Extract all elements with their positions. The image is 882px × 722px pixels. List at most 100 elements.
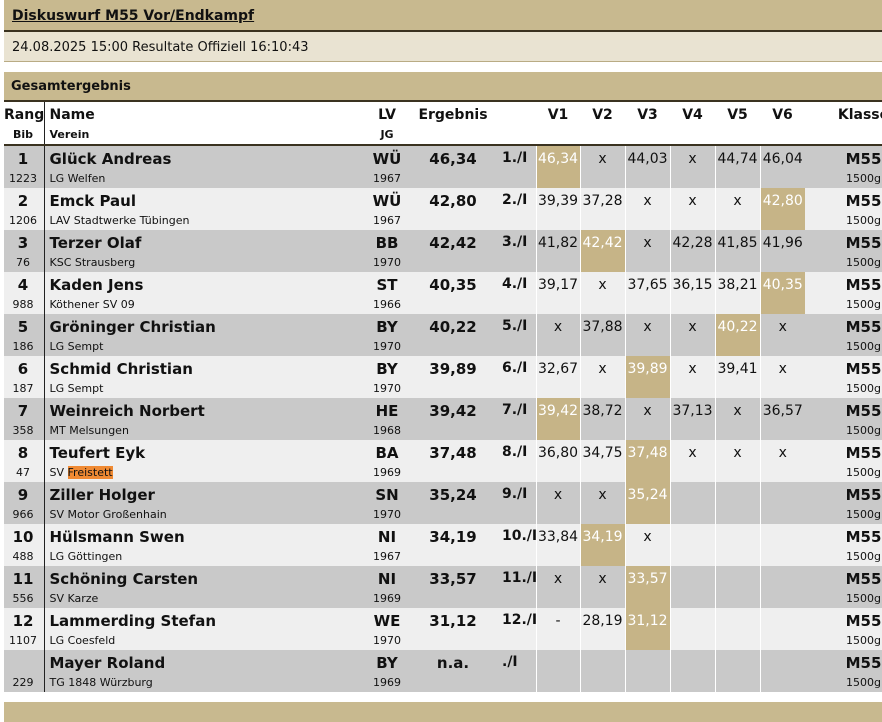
age-class: M55 <box>845 654 882 672</box>
club-name[interactable]: Köthener SV 09 <box>50 298 135 311</box>
class-cell: M55 1500g <box>805 482 882 524</box>
place: 10./I <box>502 528 538 544</box>
club-name[interactable]: LG Sempt <box>50 382 104 395</box>
table-row[interactable]: 7 358 Weinreich Norbert MT Melsungen HE 1968 3… <box>4 398 882 440</box>
table-row[interactable]: 10 488 Hülsmann Swen LG Göttingen NI 1967 34,1… <box>4 524 882 566</box>
attempt-value: x <box>688 151 697 167</box>
state-code: SN <box>375 486 399 504</box>
athlete-name[interactable]: Terzer Olaf <box>50 234 142 252</box>
club-name[interactable]: TG 1848 Würzburg <box>50 676 153 689</box>
attempt-1: 39,39 <box>535 188 580 230</box>
class-cell: M55 1500g <box>805 608 882 650</box>
table-row[interactable]: 3 76 Terzer Olaf KSC Strausberg BB 1970 42,42 3… <box>4 230 882 272</box>
club-name[interactable]: LG Welfen <box>50 172 106 185</box>
age-class: M55 <box>845 570 882 588</box>
club-name[interactable]: LAV Stadtwerke Tübingen <box>50 214 190 227</box>
lv-cell: WÜ 1967 <box>366 145 408 188</box>
result-cell: 42,42 <box>408 230 498 272</box>
event-title[interactable]: Diskuswurf M55 Vor/Endkampf <box>12 8 254 24</box>
state-code: ST <box>376 276 398 294</box>
table-row[interactable]: 1 1223 Glück Andreas LG Welfen WÜ 1967 46,34 1.… <box>4 145 882 188</box>
table-row[interactable]: 6 187 Schmid Christian LG Sempt BY 1970 39,89 6… <box>4 356 882 398</box>
rank: 3 <box>17 234 29 252</box>
age-class: M55 <box>845 360 882 378</box>
athlete-name[interactable]: Schöning Carsten <box>50 570 199 588</box>
athlete-name[interactable]: Teufert Eyk <box>50 444 146 462</box>
attempt-4: x <box>669 145 715 188</box>
rank-cell: 2 1206 <box>4 188 44 230</box>
attempt-6 <box>759 566 805 608</box>
attempt-value: 28,19 <box>582 613 623 629</box>
club-name[interactable]: LG Sempt <box>50 340 104 353</box>
athlete-cell: Schmid Christian LG Sempt <box>43 356 366 398</box>
lv-cell: BA 1969 <box>366 440 408 482</box>
place-cell: 6./I <box>498 356 536 398</box>
club-name[interactable]: LG Göttingen <box>50 550 123 563</box>
athlete-name[interactable]: Emck Paul <box>50 192 137 210</box>
lv-cell: NI 1969 <box>366 566 408 608</box>
attempt-value: x <box>733 193 742 209</box>
birth-year: 1969 <box>373 466 401 479</box>
athlete-name[interactable]: Gröninger Christian <box>50 318 216 336</box>
athlete-name[interactable]: Lammerding Stefan <box>50 612 217 630</box>
club-name[interactable]: KSC Strausberg <box>50 256 136 269</box>
implement-weight: 1500g <box>846 256 881 269</box>
attempt-2: x <box>579 145 625 188</box>
attempt-value: 39,41 <box>717 361 758 377</box>
bib-number: 488 <box>12 550 34 563</box>
athlete-name[interactable]: Hülsmann Swen <box>50 528 185 546</box>
place-cell: ./I <box>498 650 536 692</box>
attempt-1: 41,82 <box>535 230 580 272</box>
attempt-2: x <box>579 482 625 524</box>
table-row[interactable]: 8 47 Teufert Eyk SV Freistett BA 1969 37,48 8./… <box>4 440 882 482</box>
club-name[interactable]: SV Karze <box>50 592 99 605</box>
athlete-name[interactable]: Glück Andreas <box>50 150 172 168</box>
attempt-1: x <box>535 566 580 608</box>
attempt-1: - <box>535 608 580 650</box>
attempt-value: x <box>643 529 652 545</box>
class-cell: M55 1500g <box>805 145 882 188</box>
class-cell: M55 1500g <box>805 188 882 230</box>
attempt-1: 39,42 <box>535 398 580 440</box>
athlete-name[interactable]: Weinreich Norbert <box>50 402 205 420</box>
implement-weight: 1500g <box>846 214 881 227</box>
attempt-2: 42,42 <box>579 230 625 272</box>
club-name[interactable]: MT Melsungen <box>50 424 129 437</box>
place-cell: 7./I <box>498 398 536 440</box>
club-name[interactable]: SV Motor Großenhain <box>50 508 167 521</box>
attempt-value: 37,28 <box>582 193 623 209</box>
bib-number: 988 <box>12 298 34 311</box>
class-cell: M55 1500g <box>805 566 882 608</box>
place: 6./I <box>502 360 528 376</box>
attempt-3: x <box>624 524 670 566</box>
state-code: WÜ <box>372 192 402 210</box>
attempt-4: x <box>669 314 715 356</box>
club-name[interactable]: SV Freistett <box>50 466 113 479</box>
implement-weight: 1500g <box>846 172 881 185</box>
club-name[interactable]: LG Coesfeld <box>50 634 116 647</box>
athlete-name[interactable]: Ziller Holger <box>50 486 155 504</box>
result-cell: 37,48 <box>408 440 498 482</box>
attempt-value: 38,72 <box>582 403 623 419</box>
attempt-value: x <box>598 277 607 293</box>
table-row[interactable]: 5 186 Gröninger Christian LG Sempt BY 1970 40,… <box>4 314 882 356</box>
place: 2./I <box>502 192 528 208</box>
athlete-name[interactable]: Schmid Christian <box>50 360 193 378</box>
table-row[interactable]: 12 1107 Lammerding Stefan LG Coesfeld WE 1970… <box>4 608 882 650</box>
place: ./I <box>502 654 518 670</box>
result-cell: 40,35 <box>408 272 498 314</box>
table-row[interactable]: 2 1206 Emck Paul LAV Stadtwerke Tübingen WÜ 1… <box>4 188 882 230</box>
attempt-value: x <box>643 319 652 335</box>
state-code: BB <box>375 234 399 252</box>
place: 7./I <box>502 402 528 418</box>
lv-cell: BY 1969 <box>366 650 408 692</box>
bib-number: 966 <box>12 508 34 521</box>
athlete-name[interactable]: Mayer Roland <box>50 654 166 672</box>
table-row[interactable]: 4 988 Kaden Jens Köthener SV 09 ST 1966 40,35 4… <box>4 272 882 314</box>
table-row[interactable]: 229 Mayer Roland TG 1848 Würzburg BY 1969 n.a… <box>4 650 882 692</box>
athlete-name[interactable]: Kaden Jens <box>50 276 144 294</box>
birth-year: 1970 <box>373 382 401 395</box>
table-row[interactable]: 9 966 Ziller Holger SV Motor Großenhain SN 19… <box>4 482 882 524</box>
col-klasse: Klasse <box>805 102 882 146</box>
table-row[interactable]: 11 556 Schöning Carsten SV Karze NI 1969 33,57… <box>4 566 882 608</box>
